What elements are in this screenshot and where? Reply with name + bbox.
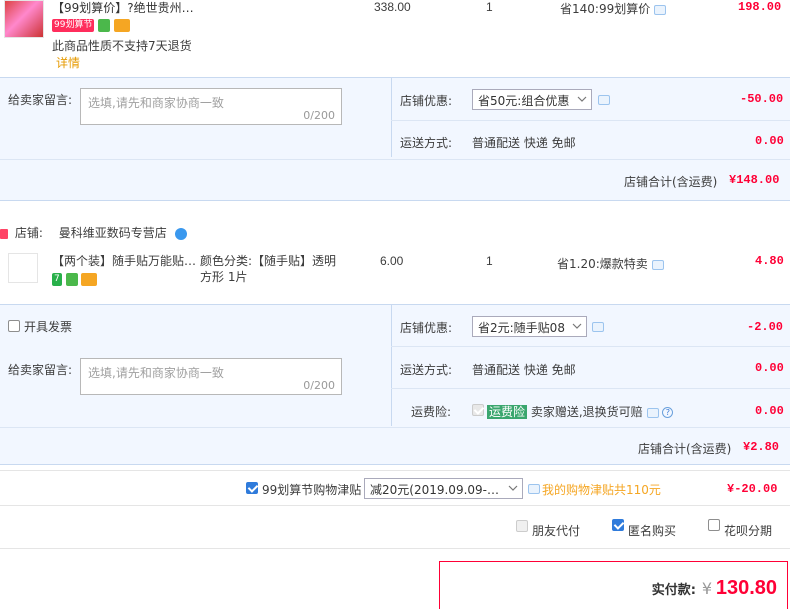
item2-title[interactable]: 【两个装】随手贴万能贴… [52, 252, 196, 269]
item-discount-text: 省140:99划算价 [560, 2, 651, 16]
return-policy-note: 此商品性质不支持7天退货 [52, 39, 192, 53]
shop1-promo-amount: -50.00 [740, 92, 784, 106]
shop2-message-placeholder: 选填,请先和商家协商一致 [88, 366, 224, 380]
unit-price: 338.00 [374, 0, 411, 14]
insurance-badge: 运费险 [487, 405, 528, 419]
anonymous-checkbox[interactable] [612, 519, 624, 531]
options-row-bottom-border [0, 548, 790, 549]
item-total: 198.00 [738, 0, 782, 14]
payment-box: 实付款: ¥ 130.80 [439, 561, 788, 609]
huabei-label[interactable]: 花呗分期 [724, 522, 772, 539]
payment-label: 实付款: [651, 583, 696, 598]
payment-amount: 130.80 [715, 577, 777, 599]
shop1-promo-label: 店铺优惠: [400, 94, 453, 108]
anonymous-label[interactable]: 匿名购买 [628, 522, 676, 539]
wangwang-icon[interactable] [174, 227, 187, 240]
promo-badge: 99划算节 [52, 19, 95, 32]
allowance-checkbox[interactable] [246, 482, 258, 494]
details-link[interactable]: 详情 [56, 54, 80, 71]
product-title-link[interactable]: 【99划算价】?绝世贵州… [52, 0, 194, 16]
shop2-message-input[interactable]: 选填,请先和商家协商一致 0/200 [80, 358, 342, 395]
item2-discount: 省1.20:爆款特卖 [557, 255, 664, 272]
shop1-promo-select-value: 省50元:组合优惠 [478, 94, 570, 108]
shop2-promo-label: 店铺优惠: [400, 321, 453, 335]
shop2-shipping-amount: 0.00 [755, 361, 784, 375]
shop2-header: 店铺: 曼科维亚数码专营店 [0, 224, 187, 241]
chat-icon[interactable] [592, 322, 604, 332]
product-thumbnail[interactable] [8, 253, 38, 283]
allowance-amount: ¥-20.00 [727, 482, 778, 496]
chat-icon[interactable] [528, 484, 540, 494]
chevron-down-icon [577, 96, 587, 102]
shop1-subtotal-value: ¥148.00 [729, 173, 780, 187]
chevron-down-icon [508, 485, 518, 491]
shop2-subtotal-label: 店铺合计(含运费) [638, 442, 732, 456]
huabei-checkbox[interactable] [708, 519, 720, 531]
shop2-label: 店铺: [14, 226, 43, 240]
guarantee-icon [65, 273, 78, 286]
friend-pay-checkbox [516, 520, 528, 532]
shop2-shipping-value: 普通配送 快递 免邮 [472, 363, 576, 377]
payment-currency: ¥ [701, 579, 712, 598]
chat-icon[interactable] [646, 407, 659, 418]
shop2-promo-amount: -2.00 [747, 320, 784, 334]
shop1-shipping-value: 普通配送 快递 免邮 [472, 136, 576, 150]
item2-total: 4.80 [755, 254, 784, 268]
shop1-message-count: 0/200 [303, 109, 335, 122]
item2-qty: 1 [486, 254, 493, 268]
shop2-insurance-amount: 0.00 [755, 404, 784, 418]
chevron-down-icon [572, 323, 582, 329]
shop2-shipping-label: 运送方式: [400, 363, 453, 377]
shop2-promo-select-value: 省2元:随手贴08 [478, 321, 565, 335]
shop1-message-input[interactable]: 选填,请先和商家协商一致 0/200 [80, 88, 342, 125]
shop2-promo-select[interactable]: 省2元:随手贴08 [472, 316, 587, 337]
insurance-text: 卖家赠送,退换货可赔 [530, 405, 643, 419]
card-icon [81, 273, 98, 286]
shop1-promo-select[interactable]: 省50元:组合优惠 [472, 89, 592, 110]
item2-spec-line2: 方形 1片 [200, 270, 248, 284]
shop-icon [0, 228, 8, 239]
item-badges: 99划算节 [52, 18, 131, 32]
allowance-row-bottom-border [0, 505, 790, 506]
allowance-select[interactable]: 减20元(2019.09.09-… [364, 478, 523, 499]
shop2-name[interactable]: 曼科维亚数码专营店 [59, 226, 167, 240]
shop2-insurance-label: 运费险: [411, 405, 452, 419]
shop1-message-label: 给卖家留言: [8, 93, 73, 107]
product-thumbnail[interactable] [4, 0, 44, 38]
quantity: 1 [486, 0, 493, 14]
shop1-shipping-label: 运送方式: [400, 136, 453, 150]
item2-discount-text: 省1.20:爆款特卖 [557, 257, 648, 271]
shop1-shipping-amount: 0.00 [755, 134, 784, 148]
insurance-checkbox [472, 404, 484, 416]
insurance-row: 运费险 卖家赠送,退换货可赔 ? [487, 403, 674, 420]
item2-price: 6.00 [380, 254, 404, 268]
allowance-row-top-border [0, 470, 790, 471]
shop2-subtotal-value: ¥2.80 [743, 440, 780, 454]
allowance-link[interactable]: 我的购物津贴共110元 [542, 481, 661, 498]
card-icon [114, 19, 131, 32]
allowance-label[interactable]: 99划算节购物津贴 [262, 481, 361, 498]
item2-badges: 7 [52, 272, 98, 286]
chat-icon[interactable] [598, 95, 610, 105]
invoice-checkbox[interactable] [8, 320, 20, 332]
allowance-select-value: 减20元(2019.09.09-… [370, 483, 499, 497]
shop1-subtotal-label: 店铺合计(含运费) [624, 175, 718, 189]
item-discount: 省140:99划算价 [560, 0, 667, 17]
shop2-message-count: 0/200 [303, 379, 335, 392]
friend-pay-label: 朋友代付 [532, 524, 581, 538]
shop2-message-label: 给卖家留言: [8, 363, 73, 377]
payment-line: 实付款: ¥ 130.80 [652, 577, 777, 600]
shop1-message-placeholder: 选填,请先和商家协商一致 [88, 96, 224, 110]
seven-day-return-icon: 7 [52, 273, 62, 286]
guarantee-icon [98, 19, 111, 32]
chat-icon[interactable] [654, 4, 667, 15]
help-icon[interactable]: ? [662, 407, 674, 418]
invoice-label[interactable]: 开具发票 [24, 318, 72, 335]
item2-spec-line1: 颜色分类:【随手贴】透明 [200, 254, 337, 268]
chat-icon[interactable] [651, 259, 664, 270]
